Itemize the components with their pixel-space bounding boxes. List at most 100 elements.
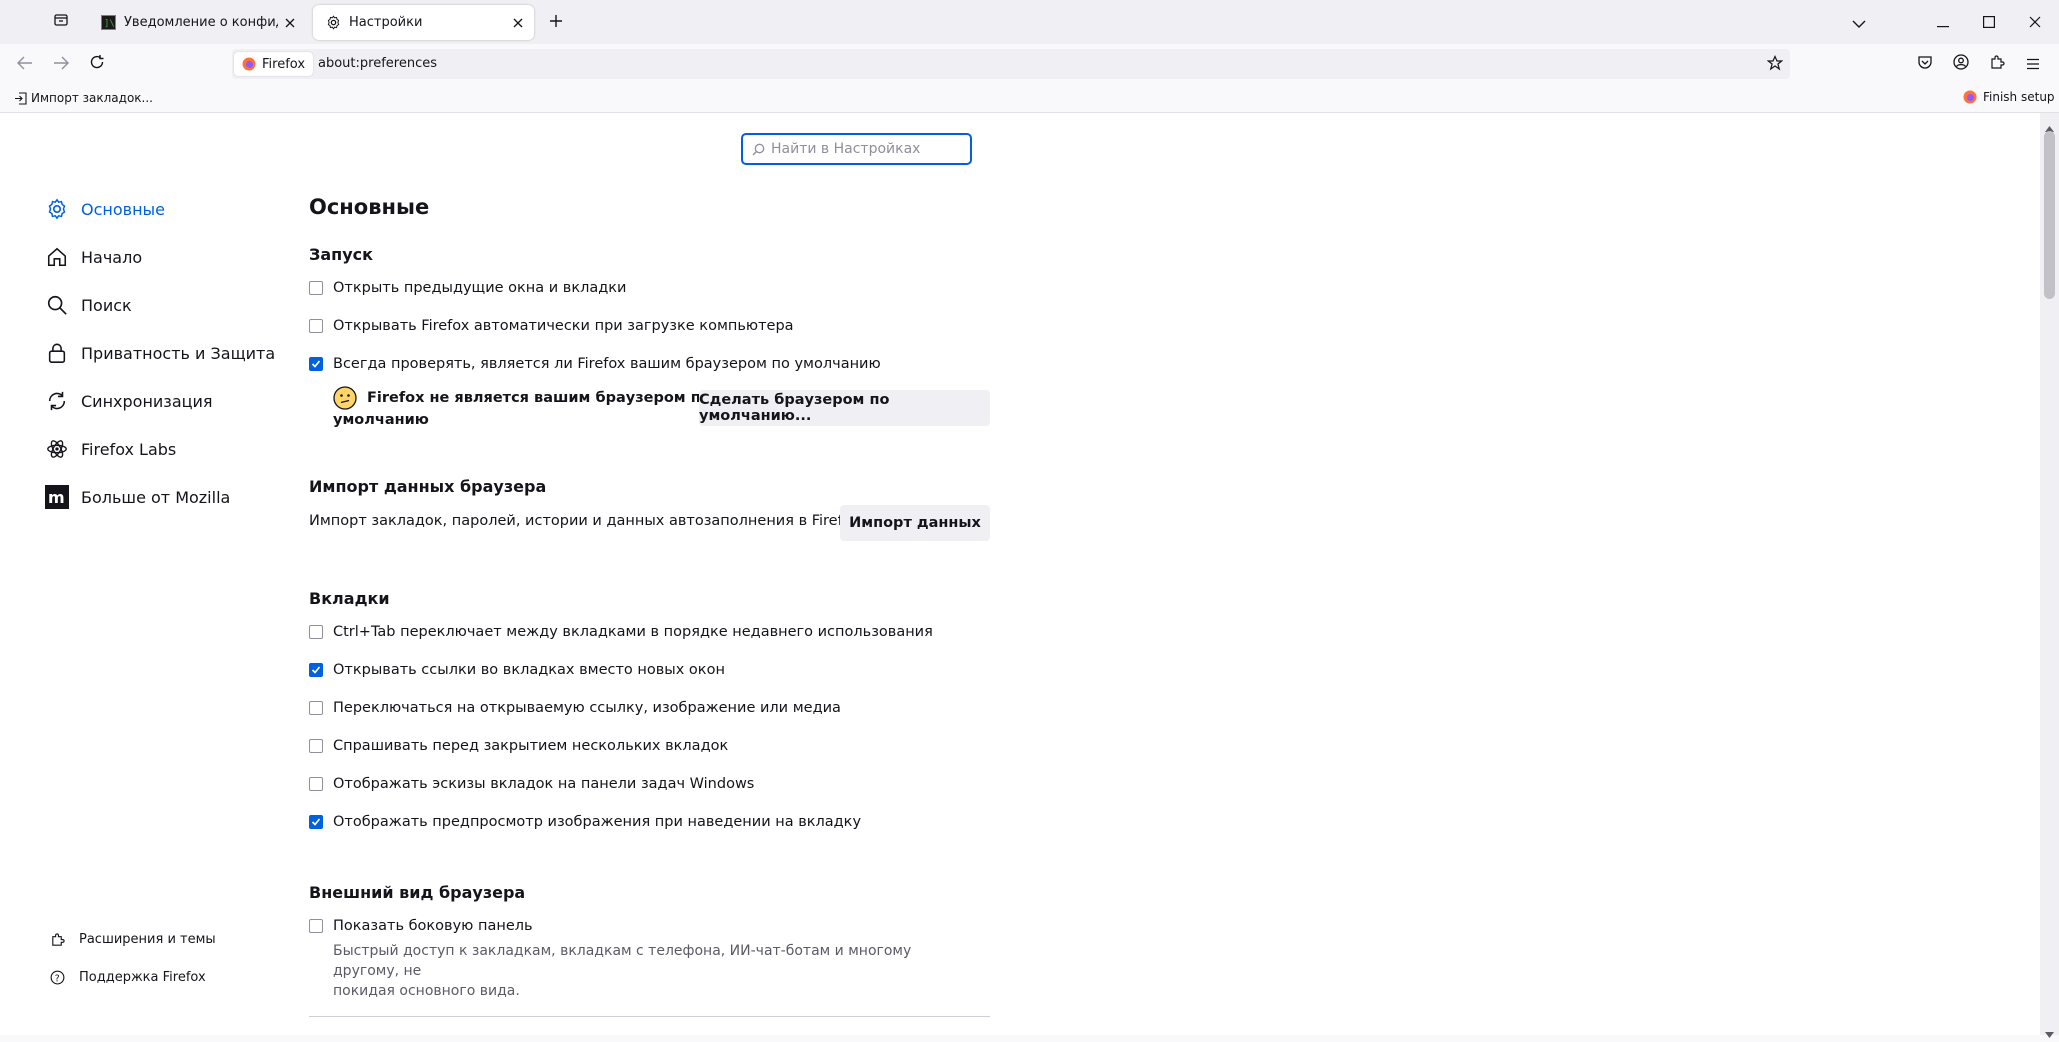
checkmark-icon — [311, 665, 321, 675]
page-title: Основные — [309, 195, 430, 219]
maximize-icon — [1983, 13, 1996, 32]
tab-privacy-notice[interactable]: ]\ Уведомление о конфиденциа — [88, 5, 306, 40]
finish-setup-button[interactable]: Finish setup — [1963, 90, 2055, 104]
checkbox-label: Переключаться на открываемую ссылку, изо… — [333, 700, 841, 716]
check-default-browser-checkbox[interactable]: Всегда проверять, является ли Firefox ва… — [309, 353, 881, 375]
checkbox[interactable] — [309, 281, 323, 295]
category-more-from-mozilla[interactable]: m Больше от Mozilla — [45, 481, 230, 513]
page-scrollbar[interactable] — [2040, 113, 2059, 1038]
checkbox-checked[interactable] — [309, 663, 323, 677]
firefox-support-link[interactable]: ? Поддержка Firefox — [49, 966, 206, 988]
links-in-tabs-checkbox[interactable]: Открывать ссылки во вкладках вместо новы… — [309, 659, 725, 681]
search-placeholder: Найти в Настройках — [771, 141, 921, 157]
checkmark-icon — [311, 817, 321, 827]
category-home[interactable]: Начало — [45, 241, 142, 273]
minimize-button[interactable] — [1920, 0, 1966, 44]
puzzle-icon — [1989, 54, 2005, 74]
reload-button[interactable] — [82, 50, 112, 78]
search-icon — [752, 143, 765, 156]
close-tab-icon[interactable] — [506, 11, 530, 35]
settings-search-input[interactable]: Найти в Настройках — [741, 133, 972, 165]
close-window-button[interactable] — [2012, 0, 2058, 44]
import-bookmarks-label: Импорт закладок... — [31, 91, 153, 105]
plus-icon — [549, 13, 563, 32]
show-sidebar-checkbox[interactable]: Показать боковую панель — [309, 915, 533, 937]
import-bookmarks-button[interactable]: Импорт закладок... — [14, 91, 153, 105]
checkbox[interactable] — [309, 919, 323, 933]
appearance-heading: Внешний вид браузера — [309, 883, 526, 902]
startup-heading: Запуск — [309, 245, 373, 264]
maximize-button[interactable] — [1966, 0, 2012, 44]
category-sync[interactable]: Синхронизация — [45, 385, 213, 417]
checkbox-label: Ctrl+Tab переключает между вкладками в п… — [333, 624, 933, 640]
make-default-button[interactable]: Сделать браузером по умолчанию... — [699, 390, 990, 426]
checkbox[interactable] — [309, 319, 323, 333]
url-bar[interactable]: Firefox about:preferences — [232, 49, 1790, 79]
minimize-icon — [1937, 13, 1949, 32]
category-general[interactable]: Основные — [45, 193, 165, 225]
default-status-text: Firefox не является вашим браузером по — [367, 390, 711, 406]
arrow-right-icon — [53, 55, 69, 74]
search-icon — [45, 293, 69, 317]
restore-session-checkbox[interactable]: Открыть предыдущие окна и вкладки — [309, 277, 626, 299]
checkbox-label: Открывать Firefox автоматически при загр… — [333, 318, 794, 334]
import-description: Импорт закладок, паролей, истории и данн… — [309, 513, 865, 529]
chevron-down-icon — [1852, 13, 1866, 32]
account-button[interactable] — [1946, 50, 1976, 78]
switch-to-new-tab-checkbox[interactable]: Переключаться на открываемую ссылку, изо… — [309, 697, 841, 719]
bookmarks-toolbar: Импорт закладок... Finish setup — [0, 84, 2059, 113]
category-label: Больше от Mozilla — [81, 487, 231, 507]
forward-button[interactable] — [46, 50, 76, 78]
app-menu-button[interactable] — [2018, 50, 2048, 78]
help-icon: ? — [49, 969, 65, 985]
checkbox-checked[interactable] — [309, 815, 323, 829]
close-tab-icon[interactable] — [278, 11, 302, 35]
checkbox-label: Всегда проверять, является ли Firefox ва… — [333, 356, 881, 372]
category-label: Поиск — [81, 295, 132, 315]
category-label: Синхронизация — [81, 391, 213, 411]
ctrl-tab-checkbox[interactable]: Ctrl+Tab переключает между вкладками в п… — [309, 621, 933, 643]
bookmark-star-icon[interactable] — [1766, 55, 1784, 75]
checkbox-label: Отображать эскизы вкладок на панели зада… — [333, 776, 755, 792]
preferences-page: Найти в Настройках Основные Начало Поиск… — [0, 113, 2040, 1035]
import-data-button[interactable]: Импорт данных — [840, 505, 990, 541]
list-all-tabs-button[interactable] — [1836, 0, 1882, 44]
identity-box[interactable]: Firefox — [234, 52, 314, 76]
category-privacy[interactable]: Приватность и Защита — [45, 337, 275, 369]
tab-hover-preview-checkbox[interactable]: Отображать предпросмотр изображения при … — [309, 811, 861, 833]
checkbox-label: Открыть предыдущие окна и вкладки — [333, 280, 627, 296]
pocket-button[interactable] — [1910, 50, 1940, 78]
checkbox[interactable] — [309, 701, 323, 715]
identity-label: Firefox — [262, 56, 306, 72]
firefox-logo-icon — [1963, 90, 1977, 104]
svg-text:]\: ]\ — [104, 19, 115, 29]
firefox-support-label: Поддержка Firefox — [79, 969, 206, 985]
tab-label: Настройки — [349, 15, 423, 30]
checkbox-label: Открывать ссылки во вкладках вместо новы… — [333, 662, 725, 678]
extensions-button[interactable] — [1982, 50, 2012, 78]
tab-settings[interactable]: Настройки — [313, 5, 534, 40]
category-firefox-labs[interactable]: Firefox Labs — [45, 433, 176, 465]
autostart-checkbox[interactable]: Открывать Firefox автоматически при загр… — [309, 315, 794, 337]
warn-on-close-checkbox[interactable]: Спрашивать перед закрытием нескольких вк… — [309, 735, 728, 757]
navigation-toolbar: Firefox about:preferences — [0, 44, 2059, 84]
category-label: Начало — [81, 247, 143, 267]
tab-overview-button[interactable] — [46, 8, 76, 36]
pocket-icon — [1917, 54, 1933, 74]
checkbox[interactable] — [309, 625, 323, 639]
scrollbar-thumb[interactable] — [2044, 131, 2055, 299]
checkbox[interactable] — [309, 777, 323, 791]
checkbox-checked[interactable] — [309, 357, 323, 371]
close-icon — [2029, 13, 2041, 32]
back-button[interactable] — [10, 50, 40, 78]
extensions-themes-link[interactable]: Расширения и темы — [49, 928, 216, 950]
checkbox[interactable] — [309, 739, 323, 753]
scroll-down-arrow-icon[interactable] — [2045, 1023, 2054, 1042]
checkbox-label: Показать боковую панель — [333, 918, 533, 934]
extensions-themes-label: Расширения и темы — [79, 931, 216, 947]
new-tab-button[interactable] — [541, 8, 571, 36]
category-search[interactable]: Поиск — [45, 289, 132, 321]
firefox-logo-icon — [242, 57, 256, 71]
terminal-icon: ]\ — [100, 15, 116, 31]
taskbar-previews-checkbox[interactable]: Отображать эскизы вкладок на панели зада… — [309, 773, 754, 795]
